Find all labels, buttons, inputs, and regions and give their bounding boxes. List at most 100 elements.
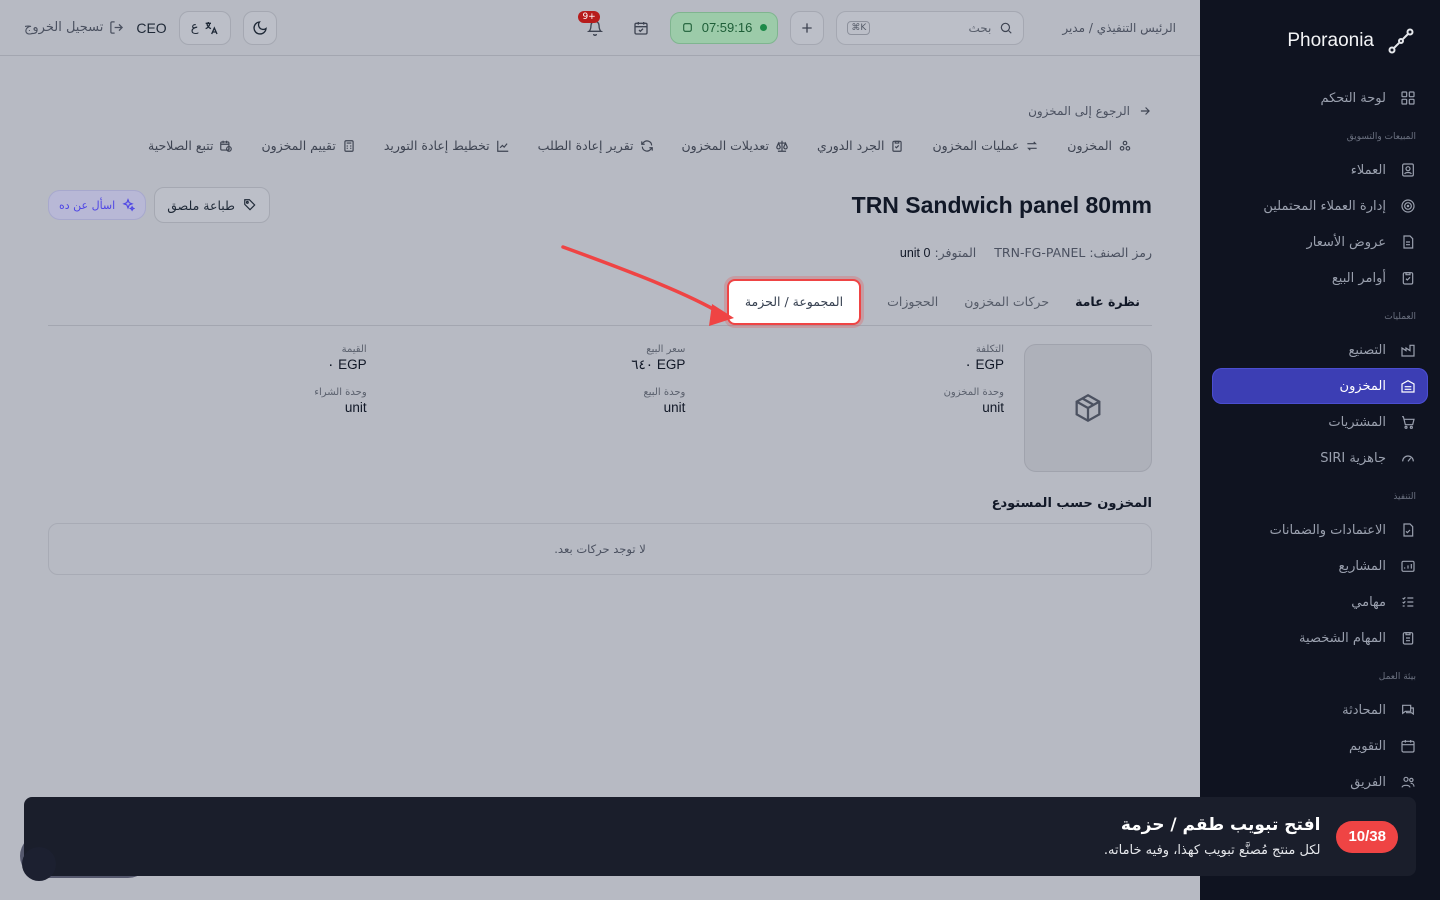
sidebar-item-gauge[interactable]: جاهزية SIRI <box>1212 440 1428 476</box>
customers-icon <box>1402 163 1414 177</box>
back-link[interactable]: الرجوع إلى المخزون <box>48 104 1152 118</box>
tab-reservations[interactable]: الحجوزات <box>887 278 938 326</box>
subnav-adjustments[interactable]: تعديلات المخزون <box>682 138 789 153</box>
user-cluster: ع CEO تسجيل الخروج <box>24 10 277 45</box>
back-label: الرجوع إلى المخزون <box>1028 104 1130 118</box>
sidebar-item-label: التقويم <box>1348 738 1386 754</box>
tasks-icon <box>1402 596 1414 607</box>
add-button[interactable] <box>790 10 825 45</box>
field-value: unit <box>344 400 367 415</box>
logout-button[interactable]: تسجيل الخروج <box>24 20 124 35</box>
field-label: القيمة <box>341 344 367 355</box>
sku-label: رمز الصنف: <box>1089 245 1152 260</box>
stop-icon <box>682 23 692 32</box>
notifications-button[interactable]: +9 <box>578 10 612 45</box>
subnav-label: تخطيط إعادة التوريد <box>383 138 490 153</box>
subnav-inventory[interactable]: المخزون <box>1067 138 1132 153</box>
sidebar-item-label: أوامر البيع <box>1331 270 1386 286</box>
sidebar-item-label: المشتريات <box>1328 414 1386 430</box>
work-timer[interactable]: 07:59:16 <box>669 11 779 44</box>
theme-toggle[interactable] <box>242 10 277 45</box>
subnav-label: تقرير إعادة الطلب <box>537 138 634 153</box>
warehouse-icon <box>1401 379 1415 393</box>
plus-icon <box>802 22 812 33</box>
sidebar-item-clipboard[interactable]: أوامر البيع <box>1212 260 1428 296</box>
sidebar: Phoraonia لوحة التحكم المبيعات والتسويق ال… <box>1200 0 1440 900</box>
product-header: TRN Sandwich panel 80mm طباعة ملصق اسأل … <box>48 187 1152 223</box>
subnav-expiry[interactable]: تتبع الصلاحية <box>148 138 233 153</box>
factory-icon <box>1401 344 1415 357</box>
sidebar-item-calendar[interactable]: التقويم <box>1212 728 1428 764</box>
search-icon <box>1001 22 1012 34</box>
help-avatar[interactable] <box>22 847 56 881</box>
main-area: الرئيس التنفيذي / مدير بحث K⌘ 07:59:16 +… <box>0 0 1200 900</box>
product-tabs: نظرة عامة حركات المخزون الحجوزات المجموع… <box>48 278 1152 326</box>
field-value: unit <box>663 400 686 415</box>
subnav-replenishment[interactable]: تخطيط إعادة التوريد <box>384 138 510 153</box>
subnav-label: المخزون <box>1067 138 1112 153</box>
field-label: التكلفة <box>975 344 1004 355</box>
sku-value: TRN-FG-PANEL <box>994 245 1086 260</box>
tab-overview[interactable]: نظرة عامة <box>1075 278 1140 326</box>
sidebar-item-tasks[interactable]: مهامي <box>1212 584 1428 620</box>
sidebar-item-file-check[interactable]: الاعتمادات والضمانات <box>1212 512 1428 548</box>
field-value: EGP ٠ <box>327 357 367 372</box>
subnav-cycle-count[interactable]: الجرد الدوري <box>817 138 905 153</box>
team-icon <box>1401 776 1415 788</box>
sidebar-item-label: لوحة التحكم <box>1320 90 1386 106</box>
calendar-clock-icon <box>220 140 233 152</box>
subnav-label: تعديلات المخزون <box>681 138 769 153</box>
subnav-reorder-report[interactable]: تقرير إعادة الطلب <box>538 138 654 153</box>
field-cost: التكلفة EGP ٠ <box>685 344 1004 373</box>
tour-toast: 10/38 افتح تبويب طقم / حزمة لكل منتج مُص… <box>24 797 1416 876</box>
tab-stock-movements[interactable]: حركات المخزون <box>964 278 1049 326</box>
sidebar-item-team[interactable]: الفريق <box>1212 764 1428 800</box>
language-toggle[interactable]: ع <box>178 10 231 45</box>
subnav-label: تتبع الصلاحية <box>148 138 214 153</box>
package-icon <box>1075 393 1101 423</box>
ask-ai-button[interactable]: اسأل عن ده <box>48 190 147 220</box>
field-column: التكلفة EGP ٠ وحدة المخزون unit <box>685 344 1004 472</box>
sidebar-item-cart[interactable]: المشتريات <box>1212 404 1428 440</box>
sidebar-item-label: مهامي <box>1351 594 1386 610</box>
logout-label: تسجيل الخروج <box>24 20 104 35</box>
sidebar-item-label: المشاريع <box>1338 558 1386 574</box>
field-value: EGP ٠ <box>964 357 1004 372</box>
sidebar-item-label: جاهزية SIRI <box>1320 450 1386 466</box>
boxes-icon <box>1119 140 1131 151</box>
subnav-valuation[interactable]: تقييم المخزون <box>261 138 355 153</box>
sidebar-item-warehouse[interactable]: المخزون <box>1212 368 1428 404</box>
sidebar-item-personal-tasks[interactable]: المهام الشخصية <box>1212 620 1428 656</box>
sidebar-item-label: عروض الأسعار <box>1306 234 1387 250</box>
calendar-icon <box>1401 740 1415 753</box>
sidebar-item-label: المخزون <box>1339 378 1386 394</box>
field-label: وحدة الشراء <box>314 387 367 398</box>
file-check-icon <box>1403 523 1414 537</box>
sidebar-item-factory[interactable]: التصنيع <box>1212 332 1428 368</box>
tour-step-badge: 10/38 <box>1336 820 1398 853</box>
calendar-button[interactable] <box>624 11 658 45</box>
sidebar-item-document[interactable]: عروض الأسعار <box>1212 224 1428 260</box>
field-stock-unit: وحدة المخزون unit <box>685 387 1004 415</box>
personal-tasks-icon <box>1402 632 1414 645</box>
user-role: CEO <box>136 19 167 36</box>
nav-group-label: المبيعات والتسويق <box>1346 132 1416 142</box>
field-sale-price: سعر البيع EGP ٦٤٠ <box>367 344 685 373</box>
field-label: وحدة البيع <box>643 387 686 398</box>
subnav-operations[interactable]: عمليات المخزون <box>932 138 1039 153</box>
sidebar-item-customers[interactable]: العملاء <box>1212 152 1428 188</box>
calendar-check-icon <box>634 21 648 35</box>
breadcrumb: الرئيس التنفيذي / مدير <box>1062 20 1176 35</box>
sidebar-item-target[interactable]: إدارة العملاء المحتملين <box>1212 188 1428 224</box>
chat-icon <box>1402 704 1414 716</box>
sidebar-item-chat[interactable]: المحادثة <box>1212 692 1428 728</box>
sidebar-item-label: العملاء <box>1350 162 1386 178</box>
sidebar-item-label: الفريق <box>1350 774 1386 790</box>
target-icon <box>1401 199 1415 213</box>
sidebar-item-projects[interactable]: المشاريع <box>1212 548 1428 584</box>
sidebar-item-dashboard[interactable]: لوحة التحكم <box>1212 80 1428 116</box>
gauge-icon <box>1402 455 1414 462</box>
print-label-button[interactable]: طباعة ملصق <box>154 187 270 223</box>
tab-kit-bundle[interactable]: المجموعة / الحزمة <box>726 278 862 325</box>
search-box[interactable]: بحث K⌘ <box>836 10 1025 45</box>
